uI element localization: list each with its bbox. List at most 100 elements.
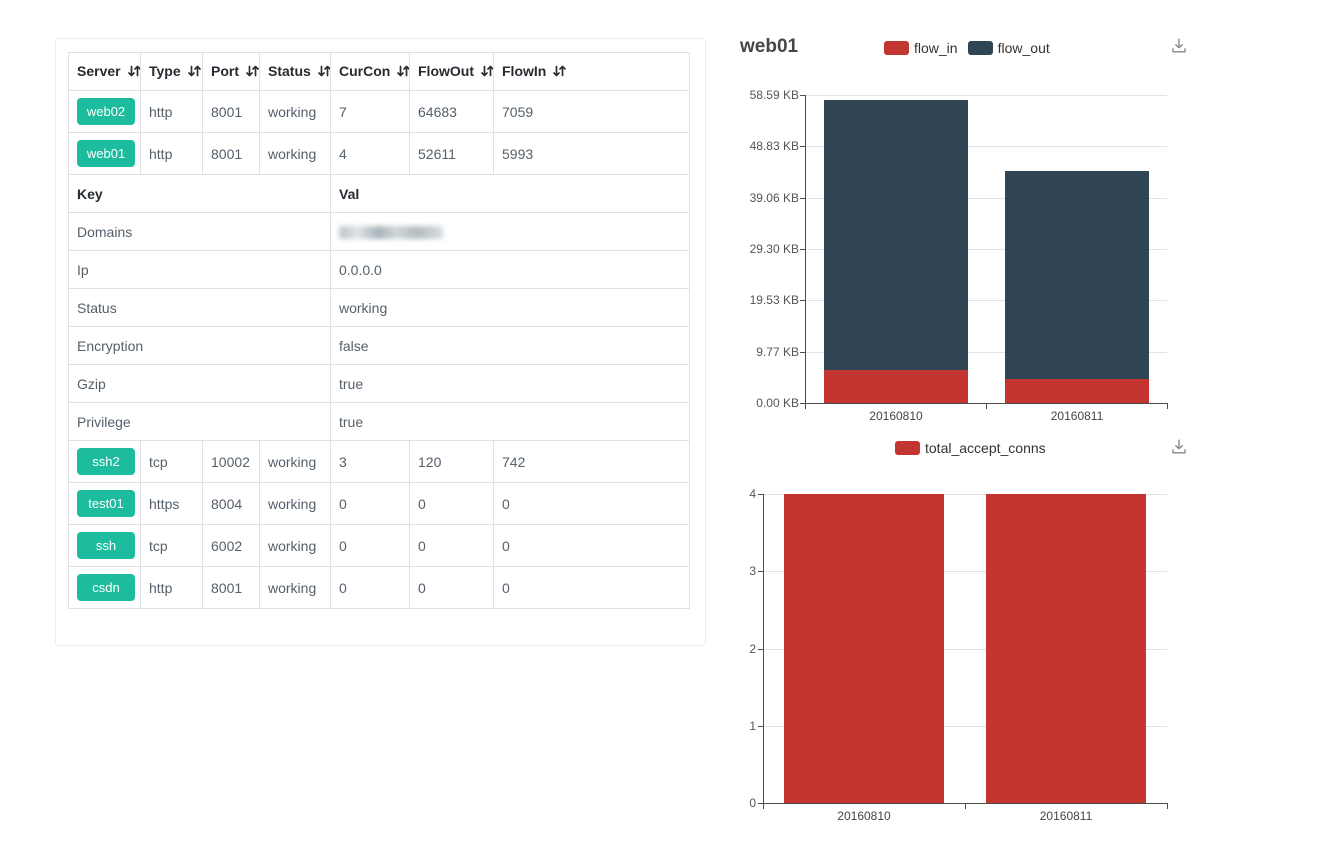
detail-key-cell: Privilege	[69, 403, 331, 441]
legend-item-flow_in[interactable]: flow_in	[884, 40, 958, 56]
gridline	[805, 95, 1167, 96]
chart-legend: total_accept_conns	[895, 440, 1056, 456]
server-row[interactable]: web01http8001working4526115993	[69, 133, 690, 175]
sort-icon	[480, 65, 494, 81]
port-cell: 8004	[203, 483, 260, 525]
y-axis-label: 0.00 KB	[709, 396, 799, 410]
column-header-flowin[interactable]: FlowIn	[494, 53, 690, 91]
flowin-cell: 5993	[494, 133, 690, 175]
flowout-cell: 0	[410, 525, 494, 567]
curcon-cell: 7	[331, 91, 410, 133]
y-axis-label: 29.30 KB	[709, 242, 799, 256]
detail-row: Domains	[69, 213, 690, 251]
port-cell: 8001	[203, 91, 260, 133]
x-axis-tick	[986, 403, 987, 409]
x-axis-label: 20160811	[1006, 809, 1126, 823]
server-button[interactable]: web01	[77, 140, 135, 167]
column-label: FlowOut	[418, 63, 474, 79]
server-row[interactable]: web02http8001working7646837059	[69, 91, 690, 133]
port-cell: 8001	[203, 133, 260, 175]
flowin-cell: 0	[494, 525, 690, 567]
detail-key-cell: Ip	[69, 251, 331, 289]
curcon-cell: 0	[331, 567, 410, 609]
y-axis-label: 4	[666, 487, 756, 501]
column-header-server[interactable]: Server	[69, 53, 141, 91]
column-label: Server	[77, 63, 121, 79]
server-button[interactable]: web02	[77, 98, 135, 125]
chart-legend: flow_in flow_out	[884, 40, 1060, 56]
port-cell: 6002	[203, 525, 260, 567]
chart-title: web01	[740, 36, 798, 58]
status-cell: working	[260, 133, 331, 175]
legend-label: flow_out	[998, 40, 1050, 56]
server-table-card: ServerTypePortStatusCurConFlowOutFlowIn …	[55, 38, 706, 646]
server-table-body: web02http8001working7646837059web01http8…	[69, 91, 690, 609]
flowin-cell: 0	[494, 483, 690, 525]
save-as-image-button[interactable]	[1170, 37, 1188, 55]
column-header-curcon[interactable]: CurCon	[331, 53, 410, 91]
y-axis-line	[805, 95, 806, 403]
detail-row: Ip0.0.0.0	[69, 251, 690, 289]
detail-key-header: Key	[69, 175, 331, 213]
column-header-port[interactable]: Port	[203, 53, 260, 91]
column-label: Type	[149, 63, 181, 79]
detail-key-cell: Status	[69, 289, 331, 327]
column-header-status[interactable]: Status	[260, 53, 331, 91]
detail-val-cell: true	[331, 403, 690, 441]
status-cell: working	[260, 525, 331, 567]
type-cell: http	[141, 91, 203, 133]
x-axis-tick	[965, 803, 966, 809]
column-header-flowout[interactable]: FlowOut	[410, 53, 494, 91]
legend-label: total_accept_conns	[925, 440, 1046, 456]
detail-val-cell: 0.0.0.0	[331, 251, 690, 289]
sort-icon	[396, 65, 409, 81]
flowout-cell: 0	[410, 567, 494, 609]
legend-swatch	[968, 41, 993, 55]
server-table-header: Server Type Port Status CurCon FlowOut FlowIn	[69, 53, 690, 91]
y-axis-label: 3	[666, 564, 756, 578]
flowout-cell: 64683	[410, 91, 494, 133]
dashboard-page: ServerTypePortStatusCurConFlowOutFlowIn …	[0, 0, 1339, 860]
x-axis-label: 20160811	[1017, 409, 1137, 423]
flowout-cell: 0	[410, 483, 494, 525]
y-axis-label: 9.77 KB	[709, 345, 799, 359]
server-name-cell: ssh2	[69, 441, 141, 483]
server-row[interactable]: sshtcp6002working000	[69, 525, 690, 567]
sort-icon	[127, 65, 141, 81]
detail-row: Encryptionfalse	[69, 327, 690, 365]
detail-val-cell: true	[331, 365, 690, 403]
detail-val-header: Val	[331, 175, 690, 213]
header-row: Server Type Port Status CurCon FlowOut FlowIn	[69, 53, 690, 91]
sort-icon	[245, 65, 260, 81]
type-cell: tcp	[141, 525, 203, 567]
save-as-image-button[interactable]	[1170, 438, 1188, 456]
type-cell: https	[141, 483, 203, 525]
detail-row: Gziptrue	[69, 365, 690, 403]
column-label: FlowIn	[502, 63, 546, 79]
y-axis-label: 2	[666, 642, 756, 656]
server-button[interactable]: test01	[77, 490, 135, 517]
download-icon	[1170, 443, 1188, 460]
server-button[interactable]: ssh2	[77, 448, 135, 475]
server-button[interactable]: ssh	[77, 532, 135, 559]
legend-label: flow_in	[914, 40, 958, 56]
sort-icon	[552, 65, 567, 81]
legend-item-total_accept_conns[interactable]: total_accept_conns	[895, 440, 1046, 456]
column-label: Status	[268, 63, 311, 79]
detail-header-row: KeyVal	[69, 175, 690, 213]
y-axis-label: 1	[666, 719, 756, 733]
server-row[interactable]: csdnhttp8001working000	[69, 567, 690, 609]
detail-val-cell: working	[331, 289, 690, 327]
server-name-cell: test01	[69, 483, 141, 525]
legend-item-flow_out[interactable]: flow_out	[968, 40, 1050, 56]
column-header-type[interactable]: Type	[141, 53, 203, 91]
type-cell: http	[141, 567, 203, 609]
detail-val-cell: false	[331, 327, 690, 365]
column-label: CurCon	[339, 63, 390, 79]
flowout-cell: 120	[410, 441, 494, 483]
server-button[interactable]: csdn	[77, 574, 135, 601]
sort-icon	[317, 65, 331, 81]
server-row[interactable]: test01https8004working000	[69, 483, 690, 525]
y-axis-label: 0	[666, 796, 756, 810]
server-row[interactable]: ssh2tcp10002working3120742	[69, 441, 690, 483]
